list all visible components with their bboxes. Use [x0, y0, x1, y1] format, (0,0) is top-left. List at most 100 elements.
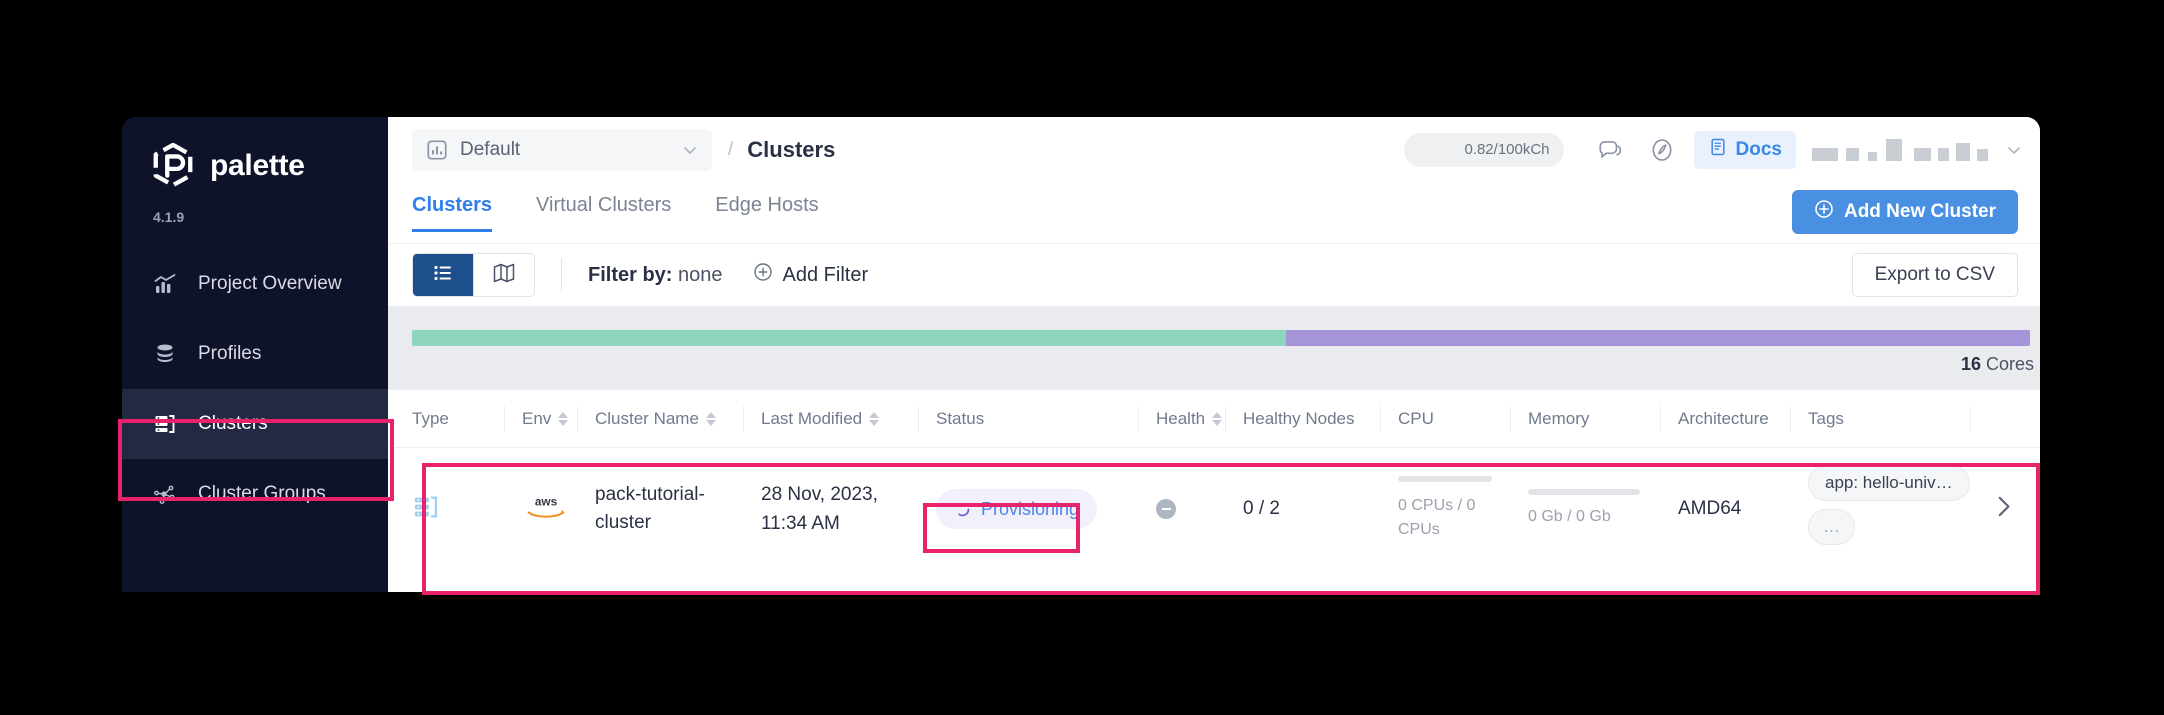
cell-health — [1156, 499, 1243, 519]
redaction-block — [1956, 142, 1970, 161]
filter-bar: Filter by: none Add Filter Export to CSV — [388, 244, 2040, 306]
export-to-csv-button[interactable]: Export to CSV — [1851, 253, 2018, 297]
cell-status: Provisioning — [936, 489, 1156, 529]
main-panel: Default / Clusters 0.82/100kCh Docs Clus… — [388, 117, 2040, 592]
column-label: Memory — [1528, 408, 1590, 428]
column-label: Status — [936, 408, 985, 428]
chart-square-icon — [426, 139, 448, 161]
cores-total-label: 16 Cores — [1961, 354, 2034, 375]
tag-chip-more[interactable]: … — [1808, 509, 1855, 545]
sidebar-item-cluster-groups[interactable]: Cluster Groups — [122, 459, 388, 529]
cell-cluster-name[interactable]: pack-tutorial-cluster — [595, 481, 761, 538]
column-header-type: Type — [412, 409, 522, 429]
column-header-cluster-name[interactable]: Cluster Name — [577, 405, 761, 432]
sort-icon[interactable] — [558, 411, 569, 426]
column-header-memory: Memory — [1510, 405, 1678, 432]
column-label: Env — [522, 408, 552, 428]
sidebar-item-label: Clusters — [198, 413, 268, 434]
docs-button[interactable]: Docs — [1693, 130, 1796, 169]
sidebar-item-label: Cluster Groups — [198, 483, 326, 504]
cores-segment-green — [412, 330, 1286, 346]
redaction-block — [1914, 147, 1931, 161]
memory-value: 0 Gb / 0 Gb — [1528, 508, 1611, 525]
redaction-block — [1977, 148, 1988, 161]
column-header-status: Status — [918, 405, 1156, 432]
list-view-button[interactable] — [413, 254, 473, 296]
export-to-csv-label: Export to CSV — [1874, 264, 1995, 285]
chevron-down-icon — [682, 142, 698, 158]
column-label: Health — [1156, 408, 1206, 428]
column-header-health[interactable]: Health — [1138, 405, 1243, 432]
memory-meter: 0 Gb / 0 Gb — [1528, 489, 1678, 529]
cores-total-unit: Cores — [1985, 354, 2034, 374]
tab-label: Edge Hosts — [715, 194, 819, 216]
column-header-last-modified[interactable]: Last Modified — [743, 405, 936, 432]
app-logo[interactable]: palette — [150, 142, 305, 189]
plus-circle-icon — [753, 262, 773, 288]
cell-architecture: AMD64 — [1678, 495, 1808, 524]
tab-virtual-clusters[interactable]: Virtual Clusters — [536, 182, 671, 231]
memory-meter-bar — [1528, 489, 1640, 495]
plus-circle-icon — [1814, 199, 1834, 225]
palette-logo-icon — [150, 142, 196, 189]
column-label: Last Modified — [761, 408, 863, 428]
add-filter-button[interactable]: Add Filter — [753, 262, 868, 288]
column-label: Architecture — [1678, 408, 1769, 428]
sidebar-item-profiles[interactable]: Profiles — [122, 319, 388, 389]
cpu-meter: 0 CPUs / 0 CPUs — [1398, 476, 1528, 542]
app-logo-text: palette — [210, 149, 305, 182]
cpu-value: 0 CPUs / 0 CPUs — [1398, 497, 1476, 538]
table-row[interactable]: aws pack-tutorial-cluster 28 Nov, 2023, … — [388, 448, 2040, 570]
cell-last-modified: 28 Nov, 2023, 11:34 AM — [761, 480, 936, 539]
sidebar-item-clusters[interactable]: Clusters — [122, 389, 388, 459]
sidebar-item-project-overview[interactable]: Project Overview — [122, 249, 388, 319]
cores-total-value: 16 — [1960, 354, 1981, 374]
column-label: Cluster Name — [595, 408, 699, 428]
chevron-right-icon[interactable] — [1990, 494, 2016, 525]
cell-memory: 0 Gb / 0 Gb — [1528, 489, 1678, 529]
map-view-icon — [492, 261, 516, 290]
sort-icon[interactable] — [705, 411, 716, 426]
redaction-block — [1846, 147, 1859, 161]
cluster-name-value: pack-tutorial-cluster — [595, 483, 705, 534]
sort-icon[interactable] — [1212, 411, 1223, 426]
compass-icon[interactable] — [1642, 130, 1682, 170]
sidebar: palette 4.1.9 Project Overview Profiles … — [122, 117, 388, 592]
view-toggle — [412, 253, 535, 297]
app-root: palette 4.1.9 Project Overview Profiles … — [0, 0, 2164, 715]
cores-usage-bar — [412, 330, 2030, 346]
tab-label: Virtual Clusters — [536, 194, 672, 216]
chat-bubbles-icon[interactable] — [1590, 130, 1630, 170]
health-neutral-icon — [1156, 499, 1176, 519]
cell-healthy-nodes: 0 / 2 — [1243, 495, 1398, 524]
column-header-tags: Tags — [1790, 405, 1988, 432]
tab-edge-hosts[interactable]: Edge Hosts — [715, 182, 818, 231]
tag-chip[interactable]: app: hello-univ… — [1808, 465, 1970, 501]
cpu-meter-bar — [1398, 476, 1492, 482]
cell-tags: app: hello-univ… … — [1808, 465, 1988, 553]
add-new-cluster-button[interactable]: Add New Cluster — [1791, 190, 2018, 234]
tab-bar: Clusters Virtual Clusters Edge Hosts Add… — [388, 182, 2040, 244]
breadcrumb-separator: / — [728, 138, 734, 160]
cell-env: aws — [522, 492, 595, 527]
cores-usage-strip: 16 Cores — [388, 306, 2040, 390]
project-selector[interactable]: Default — [412, 128, 712, 171]
tab-label: Clusters — [412, 194, 493, 216]
redaction-block — [1938, 147, 1949, 161]
database-stack-icon — [152, 341, 178, 367]
architecture-value: AMD64 — [1678, 497, 1742, 519]
table-header: Type Env Cluster Name Last Modified Stat… — [388, 390, 2040, 448]
column-header-env[interactable]: Env — [504, 405, 595, 432]
sort-icon[interactable] — [869, 411, 880, 426]
column-label: Type — [412, 408, 449, 428]
column-label: Tags — [1808, 408, 1844, 428]
redaction-block — [1868, 151, 1877, 161]
aws-logo-icon: aws — [522, 492, 570, 527]
cell-cpu: 0 CPUs / 0 CPUs — [1398, 476, 1528, 542]
chevron-down-icon[interactable] — [2006, 142, 2022, 158]
column-header-healthy-nodes: Healthy Nodes — [1225, 405, 1398, 432]
list-view-icon — [431, 261, 455, 290]
credits-badge[interactable]: 0.82/100kCh — [1403, 132, 1564, 167]
tab-clusters[interactable]: Clusters — [412, 182, 493, 232]
map-view-button[interactable] — [474, 254, 534, 296]
